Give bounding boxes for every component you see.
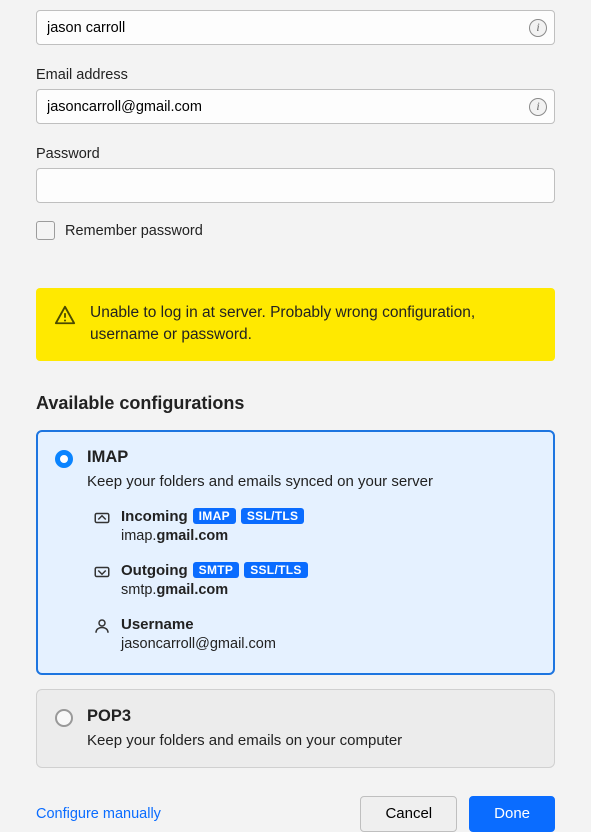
available-configurations-title: Available configurations <box>36 393 555 414</box>
password-input[interactable] <box>36 168 555 203</box>
radio-imap[interactable] <box>55 450 73 468</box>
config-option-imap[interactable]: IMAP Keep your folders and emails synced… <box>36 430 555 675</box>
outgoing-host: smtp.gmail.com <box>121 582 536 598</box>
radio-pop3[interactable] <box>55 709 73 727</box>
username-value: jasoncarroll@gmail.com <box>121 636 536 652</box>
pop3-title: POP3 <box>87 707 536 726</box>
badge-smtp-security: SSL/TLS <box>244 562 307 578</box>
imap-title: IMAP <box>87 448 536 467</box>
remember-password-label: Remember password <box>65 223 203 239</box>
remember-password-checkbox[interactable] <box>36 221 55 240</box>
person-icon <box>93 617 111 635</box>
config-option-pop3[interactable]: POP3 Keep your folders and emails on you… <box>36 689 555 768</box>
configure-manually-link[interactable]: Configure manually <box>36 806 348 822</box>
username-label: Username <box>121 616 194 633</box>
password-label: Password <box>36 146 555 162</box>
error-message: Unable to log in at server. Probably wro… <box>90 302 537 347</box>
email-input[interactable] <box>36 89 555 124</box>
badge-imap-proto: IMAP <box>193 508 236 524</box>
incoming-icon <box>93 509 111 527</box>
info-icon[interactable]: i <box>529 19 547 37</box>
incoming-label: Incoming <box>121 508 188 525</box>
warning-icon <box>54 304 76 326</box>
outgoing-icon <box>93 563 111 581</box>
incoming-host: imap.gmail.com <box>121 528 536 544</box>
badge-smtp-proto: SMTP <box>193 562 240 578</box>
done-button[interactable]: Done <box>469 796 555 832</box>
outgoing-label: Outgoing <box>121 562 188 579</box>
error-alert: Unable to log in at server. Probably wro… <box>36 288 555 361</box>
name-input[interactable] <box>36 10 555 45</box>
badge-imap-security: SSL/TLS <box>241 508 304 524</box>
info-icon[interactable]: i <box>529 98 547 116</box>
email-label: Email address <box>36 67 555 83</box>
cancel-button[interactable]: Cancel <box>360 796 457 832</box>
imap-desc: Keep your folders and emails synced on y… <box>87 473 536 490</box>
pop3-desc: Keep your folders and emails on your com… <box>87 732 536 749</box>
